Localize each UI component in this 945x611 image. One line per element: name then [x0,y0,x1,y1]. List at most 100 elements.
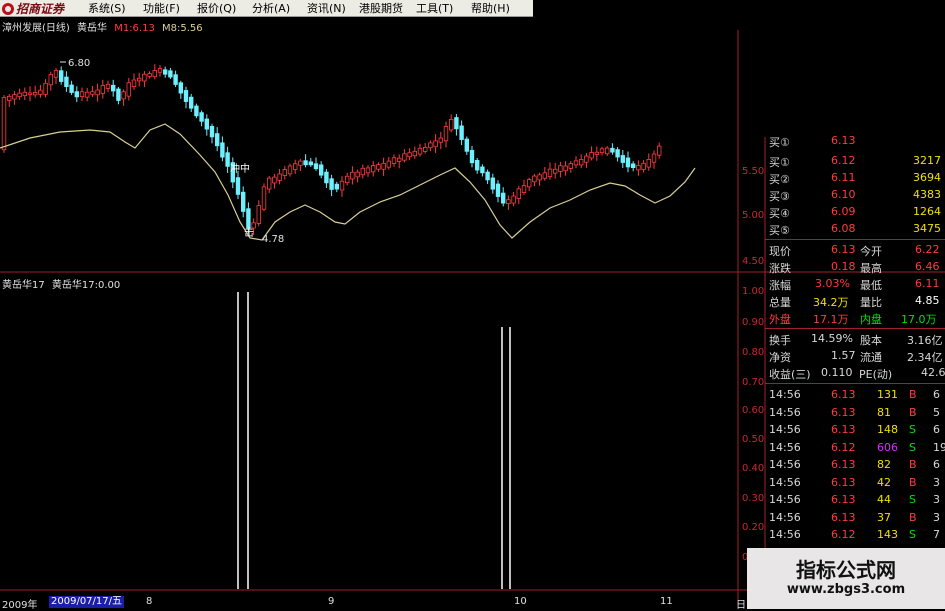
candle-body [480,166,485,174]
date-axis-month: 8 [146,596,153,607]
price-axis-label: 5.50 [742,166,765,177]
tick-row[interactable]: 14:56 6.13 148 S 6 [765,422,945,438]
candle-body [116,88,121,101]
candle-body [563,165,568,172]
candle-body [95,89,100,96]
indicator-axis-label: 0.80 [742,347,765,358]
candle-body [204,118,209,130]
tick-row[interactable]: 14:56 6.13 37 B 3 [765,510,945,526]
chart-annotations: 6.80 冲中 击 4.78 [60,58,284,245]
candle-body [433,140,438,148]
candle-body [131,79,137,87]
candle-body [225,152,230,167]
tick-time: 14:56 [769,528,801,541]
tick-row[interactable]: 14:56 6.13 42 B 3 [765,475,945,491]
bid-row[interactable]: 买④ 6.09 1264 [765,204,945,220]
candle-body [542,172,547,179]
candle-body [438,137,443,143]
candle-body [168,70,173,78]
candle-body [469,149,475,164]
indicator-signal-bars [237,292,511,589]
candle-body [448,119,454,131]
bid-row[interactable]: 买③ 6.10 4383 [765,187,945,203]
tick-side: B [909,405,917,419]
tick-vol: 44 [877,493,891,506]
candle-body [360,167,365,176]
candle-body [631,163,636,169]
watermark: 指标公式网 www.zbgs3.com [747,548,945,609]
candle-body [308,161,313,166]
candle-body [516,188,521,199]
candle-body [74,91,79,98]
indicator-axis-label: 0.90 [742,317,765,328]
candle-body [568,163,573,169]
candle-body [396,157,402,162]
candle-body [282,169,287,176]
candle-body [412,150,417,157]
tick-price: 6.13 [831,405,856,419]
indicator-title-value: 黄岳华17:0.00 [51,280,121,291]
candle-body [43,82,48,95]
tick-side: S [909,493,916,506]
candle-body [615,149,620,158]
candle-body [12,94,17,100]
candle-body [464,138,469,152]
candle-body [121,91,126,100]
tick-price: 6.13 [831,475,856,489]
candle-body [474,160,480,171]
candle-body [157,68,163,73]
tick-row[interactable]: 14:56 6.13 131 B 6 [765,387,945,403]
watermark-title: 指标公式网 [796,558,896,582]
bid-row[interactable]: 买② 6.11 3694 [765,170,945,186]
candle-body [370,165,376,173]
candle-body [256,205,261,224]
candle-body [407,152,412,158]
tick-row[interactable]: 14:56 6.12 606 S 19 [765,440,945,456]
bid-row[interactable]: 买① 6.12 3217 [765,153,945,169]
tick-vol: 143 [877,528,898,541]
tick-n: 3 [933,475,940,489]
candle-body [376,164,381,170]
candle-body [365,167,371,174]
indicator-axis-label: 0.50 [742,434,765,445]
bid-row[interactable]: 买⑤ 6.08 3475 [765,221,945,237]
quote-row: 外盘 17.1万 内盘 17.0万 [769,313,937,326]
tick-n: 6 [933,388,940,401]
tick-price: 6.13 [831,388,856,401]
candle-body [287,165,293,175]
tick-n: 3 [933,510,940,524]
tick-time: 14:56 [769,510,801,524]
candle-body [490,177,495,190]
candle-body [64,76,69,88]
candle-body [532,175,537,183]
candle-body [38,89,43,95]
tick-row[interactable]: 14:56 6.12 143 S 7 [765,527,945,543]
candle-body [162,69,168,75]
tick-side: B [909,510,917,524]
indicator-title: 黄岳华17 黄岳华17:0.00 [2,276,120,291]
tick-price: 6.13 [831,458,856,471]
tick-vol: 148 [877,423,898,436]
tick-vol: 82 [877,458,891,471]
candle-body [105,83,111,89]
candle-body [220,142,225,158]
tick-time: 14:56 [769,423,801,436]
tick-row[interactable]: 14:56 6.13 82 B 6 [765,457,945,473]
tick-vol: 42 [877,475,891,489]
tick-price: 6.12 [831,528,856,541]
candle-body [126,82,131,97]
quote-panel: 买① 6.13 买① 6.12 3217 买② 6.11 3694 买③ 6.1… [765,134,945,559]
tick-vol: 606 [877,440,898,454]
tick-time: 14:56 [769,405,801,419]
quote-row: 总量 34.2万 量比 4.85 [769,294,940,309]
date-axis-month: 9 [328,596,335,607]
stats-row: 换手 14.59% 股本 3.16亿 [769,332,943,347]
tick-row[interactable]: 14:56 6.13 44 S 3 [765,492,945,508]
price-axis-label: 4.50 [742,256,765,267]
indicator-axis-label: 1.00 [742,286,765,297]
tick-vol: 81 [877,405,891,419]
tick-row[interactable]: 14:56 6.13 81 B 5 [765,405,945,421]
candle-body [33,91,38,96]
candle-body [641,162,646,170]
candle-body [272,176,277,184]
